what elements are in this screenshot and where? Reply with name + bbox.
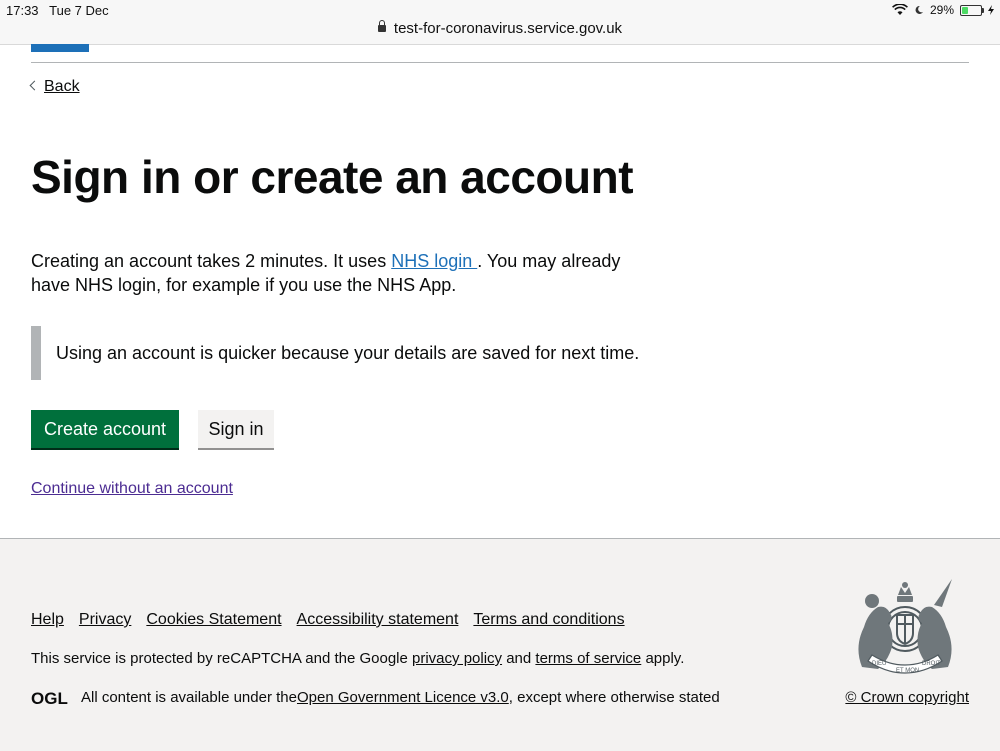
royal-coat-of-arms-icon: DIEU ET MON DROIT [858, 579, 952, 674]
inset-text-content: Using an account is quicker because your… [56, 343, 640, 363]
intro-text: Creating an account takes 2 minutes. It … [31, 251, 392, 271]
licence-text: All content is available under the [81, 689, 297, 706]
moon-icon [915, 5, 923, 14]
google-privacy-policy-link[interactable]: privacy policy [412, 650, 502, 667]
sign-in-button[interactable]: Sign in [198, 410, 274, 448]
back-link[interactable]: Back [29, 78, 80, 96]
charging-icon [988, 5, 994, 15]
clock: 17:33 Tue 7 Dec [6, 3, 109, 18]
nhs-login-link[interactable]: NHS login [391, 251, 477, 271]
battery-percent: 29% [929, 3, 954, 17]
address-bar[interactable]: test-for-coronavirus.service.gov.uk [0, 20, 1000, 37]
ogl-logo-text: OGL [31, 690, 68, 706]
back-link-text[interactable]: Back [44, 78, 80, 95]
ogl-logo-icon: OGL [31, 690, 68, 706]
date-text: Tue 7 Dec [49, 3, 109, 18]
footer-link-privacy[interactable]: Privacy [79, 611, 131, 629]
page-title: Sign in or create an account [31, 151, 634, 203]
footer-link-cookies[interactable]: Cookies Statement [146, 611, 281, 629]
continue-without-account-link[interactable]: Continue without an account [31, 480, 233, 498]
create-account-button[interactable]: Create account [31, 410, 179, 448]
status-icons: 29% [892, 3, 994, 17]
phase-tag [31, 44, 89, 52]
lock-icon [377, 20, 386, 32]
crest-motto-right: DROIT [922, 661, 941, 667]
wifi-icon [892, 4, 908, 15]
licence-text-end: , except where otherwise stated [508, 689, 720, 706]
recaptcha-apply: apply. [641, 650, 685, 667]
recaptcha-and: and [502, 650, 536, 667]
intro-paragraph: Creating an account takes 2 minutes. It … [31, 249, 631, 297]
browser-status-bar: 17:33 Tue 7 Dec test-for-coronavirus.ser… [0, 0, 1000, 45]
inset-text: Using an account is quicker because your… [31, 326, 661, 380]
url-text: test-for-coronavirus.service.gov.uk [393, 20, 623, 37]
crest-motto-left: DIEU [872, 661, 886, 667]
crest-motto-bottom: ET MON [896, 668, 919, 674]
ogl-licence-link[interactable]: Open Government Licence v3.0 [297, 689, 509, 706]
footer-link-accessibility[interactable]: Accessibility statement [297, 611, 459, 629]
footer-link-terms[interactable]: Terms and conditions [473, 611, 624, 629]
recaptcha-text: This service is protected by reCAPTCHA a… [31, 650, 413, 667]
recaptcha-notice: This service is protected by reCAPTCHA a… [31, 650, 684, 667]
phase-banner-divider [31, 62, 969, 63]
google-terms-link[interactable]: terms of service [535, 650, 641, 667]
footer: Help Privacy Cookies Statement Accessibi… [0, 538, 1000, 751]
licence-notice: OGL All content is available under the O… [31, 689, 720, 706]
time-text: 17:33 [6, 3, 39, 18]
crown-copyright-link[interactable]: © Crown copyright [845, 689, 969, 706]
battery-icon [960, 4, 984, 16]
chevron-left-icon [29, 80, 40, 91]
footer-links: Help Privacy Cookies Statement Accessibi… [31, 611, 625, 629]
footer-link-help[interactable]: Help [31, 611, 64, 629]
